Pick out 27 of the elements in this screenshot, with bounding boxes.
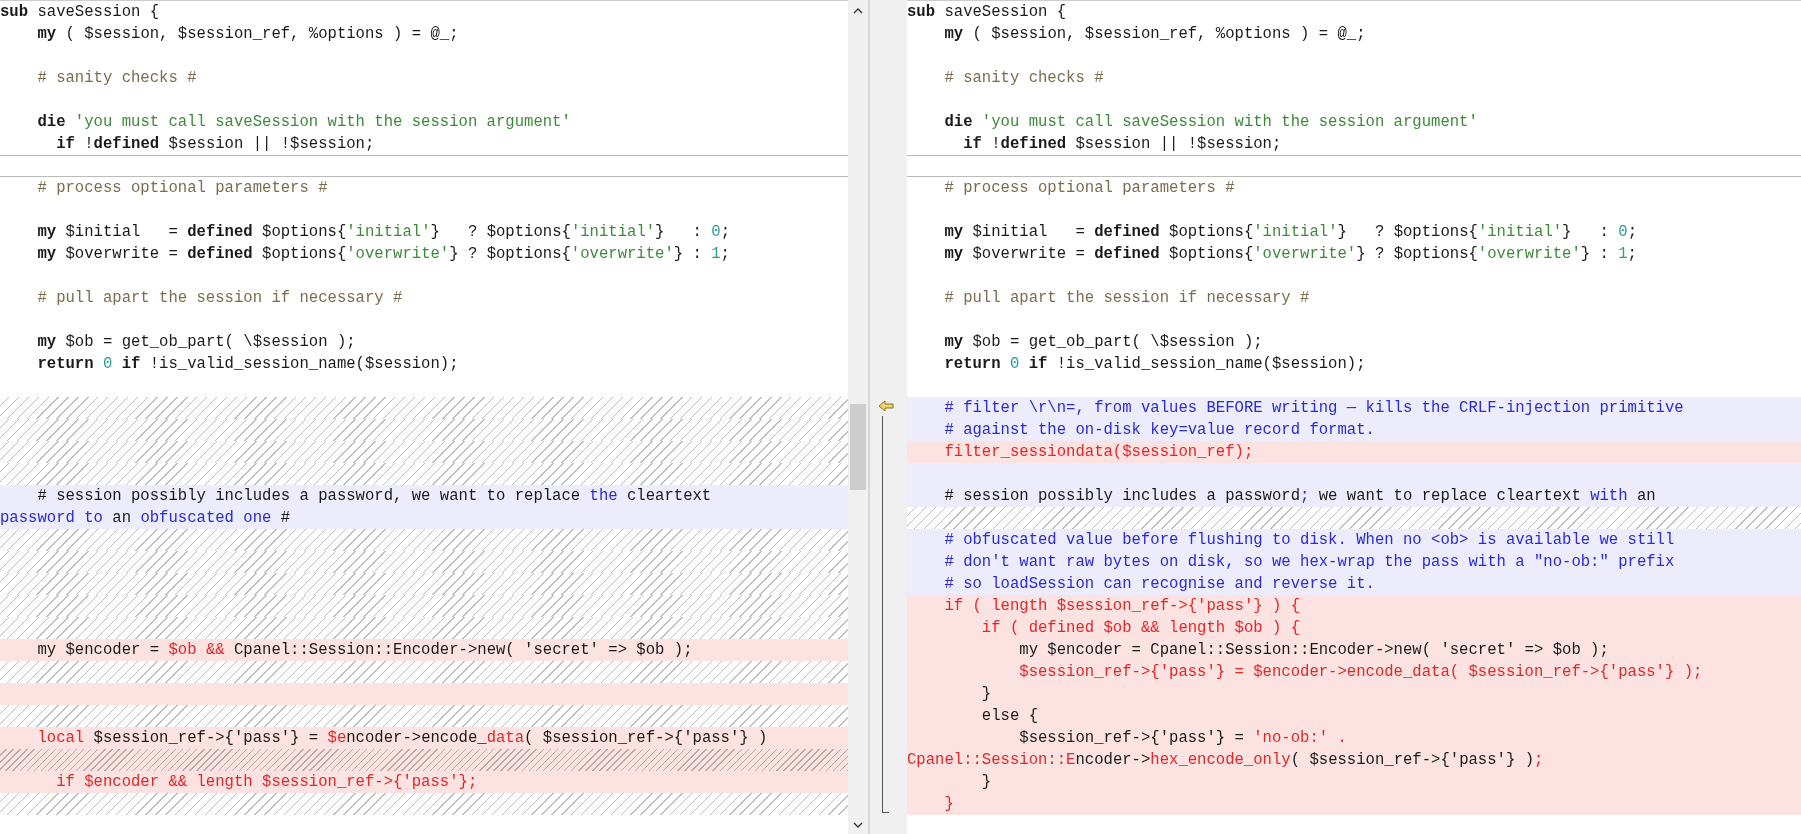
code-line: sub saveSession {	[907, 2, 1068, 23]
code-line: sub saveSession {	[0, 2, 161, 23]
scroll-up-icon[interactable]	[853, 8, 863, 14]
code-line: # process optional parameters #	[943, 178, 1236, 199]
code-line: my $ob = get_ob_part( \$session );	[943, 332, 1264, 353]
scrollbar-thumb[interactable]	[850, 404, 866, 490]
code-line: die 'you must call saveSession with the session argument'	[943, 112, 1479, 133]
code-line: if !defined $session || !$session;	[962, 134, 1283, 155]
code-line: return 0 if !is_valid_session_name($session);	[943, 354, 1367, 375]
code-line: if !defined $session || !$session;	[55, 134, 376, 155]
code-line: my $overwrite = defined $options{'overwrite'} ? $options{'overwrite'} : 1;	[36, 244, 731, 265]
code-line: # pull apart the session if necessary #	[943, 288, 1311, 309]
code-line: my $initial = defined $options{'initial'} ? $options{'initial'} : 0;	[943, 222, 1638, 243]
code-line: my $ob = get_ob_part( \$session );	[36, 332, 357, 353]
code-line: my ( $session, $session_ref, %options ) = @_;	[36, 24, 460, 45]
code-line: # process optional parameters #	[36, 178, 329, 199]
code-line: die 'you must call saveSession with the session argument'	[36, 112, 572, 133]
left-arrow-icon[interactable]	[878, 400, 894, 412]
scrollbar[interactable]	[848, 0, 868, 834]
code-line: my $initial = defined $options{'initial'} ? $options{'initial'} : 0;	[36, 222, 731, 243]
code-line: my $overwrite = defined $options{'overwrite'} ? $options{'overwrite'} : 1;	[943, 244, 1638, 265]
code-line: my ( $session, $session_ref, %options ) = @_;	[943, 24, 1367, 45]
code-line: return 0 if !is_valid_session_name($session);	[36, 354, 460, 375]
code-line: # sanity checks #	[36, 68, 198, 89]
scroll-down-icon[interactable]	[853, 822, 863, 828]
code-line: # pull apart the session if necessary #	[36, 288, 404, 309]
code-line: # sanity checks #	[943, 68, 1105, 89]
